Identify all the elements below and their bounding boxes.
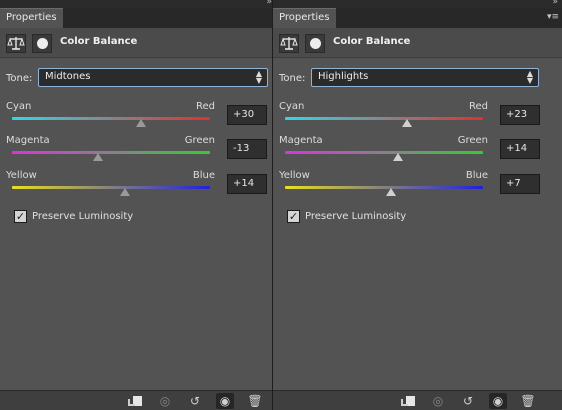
slider-thumb[interactable] [119, 188, 130, 196]
slider-magenta-green: Magenta Green -13 [0, 135, 272, 171]
clip-to-layer-icon[interactable] [126, 393, 144, 409]
tone-dropdown-value: Midtones [45, 71, 91, 82]
visibility-eye-icon[interactable]: ◉ [489, 393, 507, 409]
slider-value-field[interactable]: -13 [227, 139, 267, 159]
slider-value-field[interactable]: +14 [227, 174, 267, 194]
panel-bottom-bar: ◎ ↺ ◉ 🗑 [273, 390, 562, 410]
preserve-luminosity-label: Preserve Luminosity [32, 211, 134, 222]
slider-magenta-green: Magenta Green +14 [273, 135, 562, 171]
slider-track[interactable] [285, 117, 483, 120]
layer-mask-icon[interactable] [32, 34, 52, 53]
panel-top-strip: » [273, 0, 562, 8]
slider-thumb[interactable] [93, 153, 104, 161]
slider-thumb[interactable] [401, 119, 412, 127]
tab-properties[interactable]: Properties [273, 8, 336, 28]
slider-track[interactable] [285, 151, 483, 154]
adjustment-title: Color Balance [60, 36, 138, 47]
slider-right-label: Red [469, 101, 488, 112]
slider-thumb[interactable] [135, 119, 146, 127]
slider-right-label: Green [457, 135, 488, 146]
view-previous-state-icon[interactable]: ◎ [156, 393, 174, 409]
slider-right-label: Blue [465, 170, 488, 181]
collapse-panel-icon[interactable]: » [266, 0, 271, 7]
panel-menu-icon[interactable]: ▾≡ [547, 12, 559, 22]
panel-top-strip: » [0, 0, 272, 8]
slider-thumb[interactable] [385, 188, 396, 196]
dropdown-updown-icon: ▲ ▼ [255, 69, 262, 85]
panel-tab-bar: Properties [0, 8, 272, 28]
view-previous-state-icon[interactable]: ◎ [429, 393, 447, 409]
slider-right-label: Blue [192, 170, 215, 181]
slider-value-field[interactable]: +7 [500, 174, 540, 194]
dropdown-updown-icon: ▲ ▼ [526, 69, 533, 85]
slider-left-label: Yellow [6, 170, 37, 181]
slider-track[interactable] [285, 186, 483, 189]
reset-icon[interactable]: ↺ [186, 393, 204, 409]
clip-to-layer-icon[interactable] [399, 393, 417, 409]
scale-balance-icon[interactable] [6, 34, 26, 53]
trash-icon[interactable]: 🗑 [246, 393, 264, 409]
panel-tab-bar: Properties ▾≡ [273, 8, 562, 28]
visibility-eye-icon[interactable]: ◉ [216, 393, 234, 409]
tone-dropdown-value: Highlights [318, 71, 369, 82]
slider-yellow-blue: Yellow Blue +14 [0, 170, 272, 206]
slider-value-field[interactable]: +23 [500, 105, 540, 125]
slider-cyan-red: Cyan Red +30 [0, 101, 272, 137]
slider-left-label: Cyan [6, 101, 32, 112]
tab-properties[interactable]: Properties [0, 8, 63, 28]
slider-value-field[interactable]: +14 [500, 139, 540, 159]
adjustment-header: Color Balance [0, 28, 272, 58]
scale-balance-icon[interactable] [279, 34, 299, 53]
slider-value-field[interactable]: +30 [227, 105, 267, 125]
slider-left-label: Magenta [6, 135, 50, 146]
layer-mask-icon[interactable] [305, 34, 325, 53]
slider-left-label: Cyan [279, 101, 305, 112]
collapse-panel-icon[interactable]: » [552, 0, 557, 7]
slider-right-label: Red [196, 101, 215, 112]
slider-track[interactable] [12, 117, 210, 120]
slider-track[interactable] [12, 151, 210, 154]
tone-label: Tone: [279, 73, 306, 84]
preserve-luminosity-checkbox[interactable]: ✓ [287, 210, 300, 223]
preserve-luminosity-label: Preserve Luminosity [305, 211, 407, 222]
adjustment-header: Color Balance [273, 28, 562, 58]
slider-right-label: Green [184, 135, 215, 146]
reset-icon[interactable]: ↺ [459, 393, 477, 409]
properties-panel-right: » Properties ▾≡ Color Balance Tone: High… [273, 0, 562, 410]
slider-left-label: Yellow [279, 170, 310, 181]
slider-left-label: Magenta [279, 135, 323, 146]
trash-icon[interactable]: 🗑 [519, 393, 537, 409]
slider-yellow-blue: Yellow Blue +7 [273, 170, 562, 206]
tone-dropdown[interactable]: Midtones ▲ ▼ [38, 68, 268, 87]
tone-label: Tone: [6, 73, 33, 84]
properties-panel-left: » Properties Color Balance Tone: Midtone… [0, 0, 272, 410]
slider-cyan-red: Cyan Red +23 [273, 101, 562, 137]
adjustment-title: Color Balance [333, 36, 411, 47]
preserve-luminosity-checkbox[interactable]: ✓ [14, 210, 27, 223]
tone-dropdown[interactable]: Highlights ▲ ▼ [311, 68, 539, 87]
slider-thumb[interactable] [392, 153, 403, 161]
panel-bottom-bar: ◎ ↺ ◉ 🗑 [0, 390, 272, 410]
slider-track[interactable] [12, 186, 210, 189]
